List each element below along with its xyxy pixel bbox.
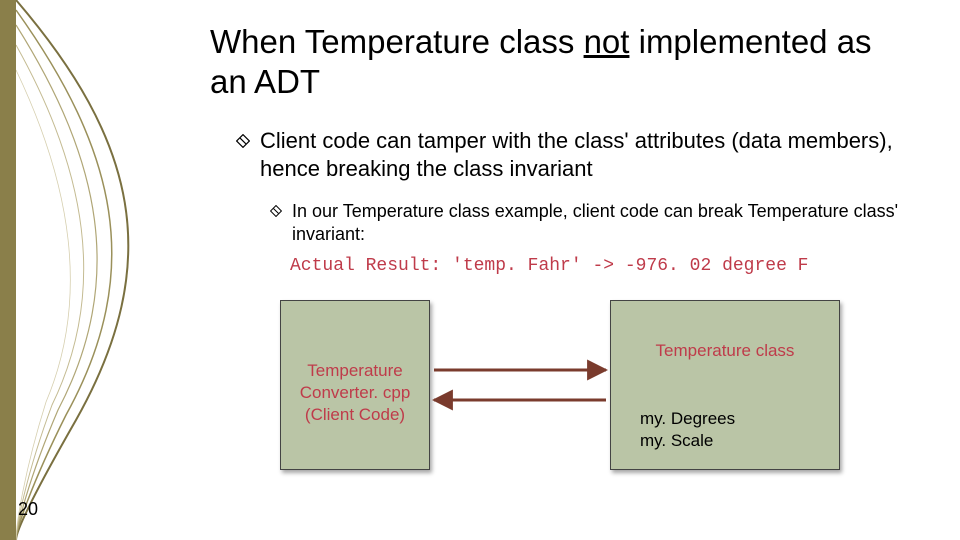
bullet-2-text: In our Temperature class example, client… bbox=[292, 200, 900, 247]
diagram: Temperature Converter. cpp (Client Code)… bbox=[280, 300, 920, 490]
left-accent-band bbox=[0, 0, 16, 540]
page-number: 20 bbox=[18, 499, 38, 520]
bullet-level-1: Client code can tamper with the class' a… bbox=[236, 127, 930, 183]
decorative-swoosh bbox=[16, 0, 206, 540]
bullet-1-text: Client code can tamper with the class' a… bbox=[260, 127, 900, 183]
diagram-arrows bbox=[430, 335, 610, 435]
slide-title: When Temperature class not implemented a… bbox=[210, 22, 930, 101]
diamond-bullet-icon bbox=[236, 127, 250, 183]
title-pre: When Temperature class bbox=[210, 23, 584, 60]
diamond-bullet-icon bbox=[270, 200, 282, 247]
diagram-box-client-label: Temperature Converter. cpp (Client Code) bbox=[280, 360, 430, 425]
slide: When Temperature class not implemented a… bbox=[0, 0, 960, 540]
diagram-box-class-members: my. Degrees my. Scale bbox=[640, 408, 735, 452]
title-underlined: not bbox=[584, 23, 630, 60]
code-output-line: Actual Result: 'temp. Fahr' -> -976. 02 … bbox=[290, 256, 930, 276]
diagram-box-class-title: Temperature class bbox=[610, 340, 840, 362]
content-area: When Temperature class not implemented a… bbox=[210, 22, 930, 276]
sub-bullet-list: In our Temperature class example, client… bbox=[270, 200, 930, 277]
bullet-list: Client code can tamper with the class' a… bbox=[236, 127, 930, 276]
bullet-level-2: In our Temperature class example, client… bbox=[270, 200, 930, 247]
